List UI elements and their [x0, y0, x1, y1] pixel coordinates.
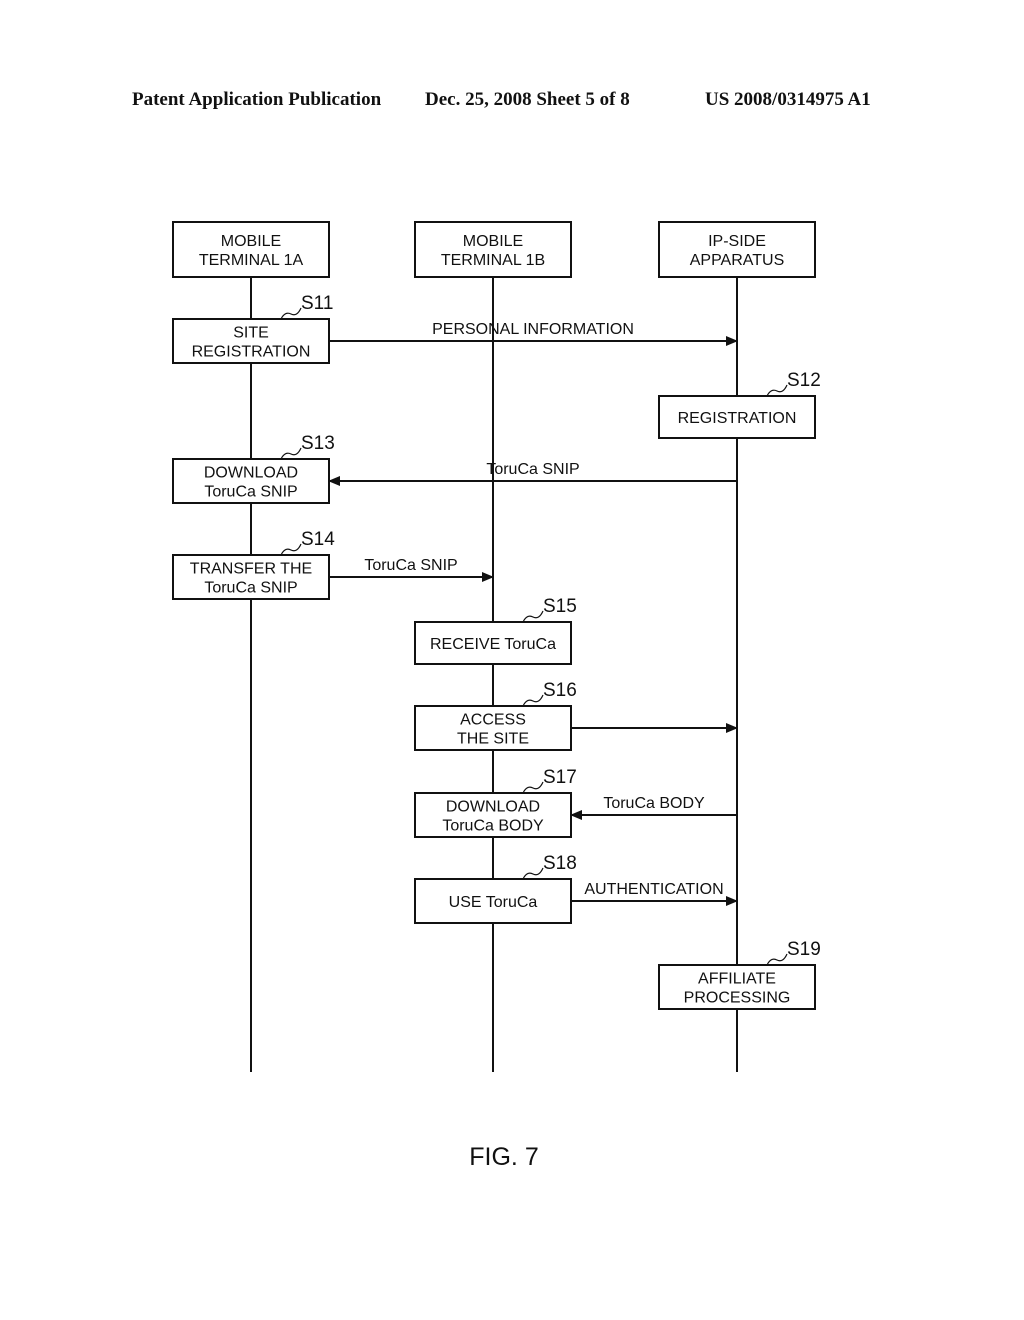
- step-box: REGISTRATION: [658, 395, 816, 439]
- step-label: S14: [301, 529, 335, 550]
- step-box-text: TRANSFER THE: [190, 561, 312, 578]
- actor-box-text: MOBILE: [221, 233, 281, 250]
- step-box: TRANSFER THE ToruCa SNIP: [172, 554, 330, 600]
- actor-box-text: TERMINAL 1A: [199, 252, 304, 269]
- step-box-text: RECEIVE ToruCa: [430, 636, 556, 653]
- step-box-text: REGISTRATION: [192, 344, 311, 361]
- step-label: S18: [543, 853, 577, 874]
- step-box: USE ToruCa: [414, 878, 572, 924]
- actor-box-text: MOBILE: [463, 233, 523, 250]
- leader-squiggle: [766, 384, 788, 397]
- actor-box-text: IP-SIDE: [708, 233, 766, 250]
- message-label: ToruCa SNIP: [486, 461, 579, 478]
- step-label: S16: [543, 680, 577, 701]
- step-box: RECEIVE ToruCa: [414, 621, 572, 665]
- step-box-text: DOWNLOAD: [446, 799, 540, 816]
- actor-box: IP-SIDE APPARATUS: [658, 221, 816, 278]
- figure-caption: FIG. 7: [469, 1143, 538, 1171]
- actor-box-text: TERMINAL 1B: [441, 252, 545, 269]
- step-box-text: ToruCa BODY: [442, 818, 544, 835]
- leader-squiggle: [522, 694, 544, 707]
- step-label: S17: [543, 767, 577, 788]
- step-box-text: ToruCa SNIP: [204, 580, 297, 597]
- leader-squiggle: [522, 610, 544, 623]
- step-box-text: USE ToruCa: [449, 894, 538, 911]
- message-label: ToruCa SNIP: [364, 557, 457, 574]
- step-label: S12: [787, 370, 821, 391]
- step-box-text: DOWNLOAD: [204, 465, 298, 482]
- step-box-text: ACCESS: [460, 712, 526, 729]
- step-box-text: THE SITE: [457, 731, 529, 748]
- leader-squiggle: [280, 307, 302, 320]
- message-label: PERSONAL INFORMATION: [432, 321, 634, 338]
- step-box: DOWNLOAD ToruCa BODY: [414, 792, 572, 838]
- step-box: SITE REGISTRATION: [172, 318, 330, 364]
- message-label: ToruCa BODY: [603, 795, 705, 812]
- step-box-text: ToruCa SNIP: [204, 484, 297, 501]
- step-label: S19: [787, 939, 821, 960]
- leader-squiggle: [280, 543, 302, 556]
- step-box-text: PROCESSING: [684, 990, 791, 1007]
- leader-squiggle: [522, 867, 544, 880]
- step-box-text: REGISTRATION: [678, 410, 797, 427]
- step-box: ACCESS THE SITE: [414, 705, 572, 751]
- message-label: AUTHENTICATION: [584, 881, 723, 898]
- leader-squiggle: [522, 781, 544, 794]
- actor-box-text: APPARATUS: [690, 252, 785, 269]
- sequence-diagram: MOBILE TERMINAL 1A MOBILE TERMINAL 1B IP-SID…: [172, 221, 821, 1171]
- leader-squiggle: [280, 447, 302, 460]
- step-box: DOWNLOAD ToruCa SNIP: [172, 458, 330, 504]
- step-box-text: SITE: [233, 325, 269, 342]
- leader-squiggle: [766, 953, 788, 966]
- step-box-text: AFFILIATE: [698, 971, 776, 988]
- actor-box: MOBILE TERMINAL 1A: [172, 221, 330, 278]
- step-label: S13: [301, 433, 335, 454]
- step-label: S11: [301, 293, 333, 314]
- actor-box: MOBILE TERMINAL 1B: [414, 221, 572, 278]
- step-label: S15: [543, 596, 577, 617]
- step-box: AFFILIATE PROCESSING: [658, 964, 816, 1010]
